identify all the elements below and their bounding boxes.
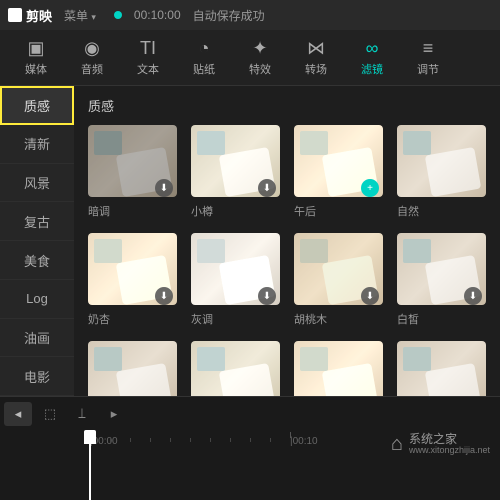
title-bar: 剪映 菜单 ▾ 00:10:00 自动保存成功 bbox=[0, 0, 500, 30]
filter-preview bbox=[397, 125, 486, 197]
tool-调节[interactable]: ≡ 调节 bbox=[400, 34, 456, 82]
filter-thumb[interactable]: ⬇ 暗调 bbox=[88, 125, 177, 219]
filter-thumb[interactable]: ⬇ 灰调 bbox=[191, 233, 280, 327]
filter-thumb[interactable] bbox=[397, 341, 486, 396]
sidebar-item-Log[interactable]: Log bbox=[0, 280, 74, 319]
filter-preview bbox=[191, 341, 280, 396]
playhead-handle-icon[interactable] bbox=[84, 430, 96, 444]
tool-贴纸[interactable]: ◔ 贴纸 bbox=[176, 34, 232, 82]
logo-icon bbox=[8, 8, 22, 22]
调节-icon: ≡ bbox=[423, 38, 434, 58]
filter-preview bbox=[294, 341, 383, 396]
download-icon[interactable]: ⬇ bbox=[155, 287, 173, 305]
cursor-tool-button[interactable]: ⬚ bbox=[36, 402, 64, 426]
download-icon[interactable]: ⬇ bbox=[464, 287, 482, 305]
tool-label: 转场 bbox=[305, 61, 327, 77]
文本-icon: TI bbox=[140, 38, 156, 58]
filter-thumb[interactable] bbox=[191, 341, 280, 396]
menu-button[interactable]: 菜单 ▾ bbox=[64, 7, 96, 24]
tool-媒体[interactable]: ▣ 媒体 bbox=[8, 34, 64, 82]
playhead[interactable] bbox=[90, 430, 104, 500]
filter-label: 白皙 bbox=[397, 311, 486, 327]
filter-preview bbox=[88, 341, 177, 396]
filter-thumb[interactable] bbox=[294, 341, 383, 396]
音频-icon: ◉ bbox=[84, 38, 100, 58]
sidebar-item-美食[interactable]: 美食 bbox=[0, 241, 74, 280]
媒体-icon: ▣ bbox=[27, 38, 44, 58]
tool-转场[interactable]: ⋈ 转场 bbox=[288, 34, 344, 82]
tool-特效[interactable]: ✦ 特效 bbox=[232, 34, 288, 82]
save-indicator-icon bbox=[114, 11, 122, 19]
save-status: 自动保存成功 bbox=[193, 7, 265, 24]
filter-thumb[interactable]: ⬇ 胡桃木 bbox=[294, 233, 383, 327]
tool-label: 文本 bbox=[137, 61, 159, 77]
sidebar-item-复古[interactable]: 复古 bbox=[0, 202, 74, 241]
tool-文本[interactable]: TI 文本 bbox=[120, 34, 176, 82]
timeline-tick: |00:10 bbox=[290, 436, 318, 447]
tool-label: 特效 bbox=[249, 61, 271, 77]
sidebar-item-质感[interactable]: 质感 bbox=[0, 86, 74, 125]
save-time: 00:10:00 bbox=[134, 8, 181, 22]
filter-grid: ⬇ 暗调 ⬇ 小樽 + 午后自然 ⬇ 奶杏 ⬇ 灰调 ⬇ 胡桃木 ⬇ 白皙 bbox=[88, 125, 486, 396]
tool-label: 媒体 bbox=[25, 61, 47, 77]
filter-thumb[interactable]: ⬇ 小樽 bbox=[191, 125, 280, 219]
tool-label: 音频 bbox=[81, 61, 103, 77]
timeline-toolbar: ◂ ⬚ ⟘ ▸ bbox=[0, 396, 500, 430]
filter-preview bbox=[397, 341, 486, 396]
tool-label: 滤镜 bbox=[361, 61, 383, 77]
filter-label: 灰调 bbox=[191, 311, 280, 327]
download-icon[interactable]: ⬇ bbox=[258, 287, 276, 305]
filter-thumb[interactable]: ⬇ 奶杏 bbox=[88, 233, 177, 327]
tool-音频[interactable]: ◉ 音频 bbox=[64, 34, 120, 82]
cut-tool-button[interactable]: ⟘ bbox=[68, 402, 96, 426]
滤镜-icon: ∞ bbox=[366, 38, 379, 58]
filter-content: 质感 ⬇ 暗调 ⬇ 小樽 + 午后自然 ⬇ 奶杏 ⬇ 灰调 ⬇ 胡桃木 ⬇ 白皙 bbox=[74, 86, 500, 396]
贴纸-icon: ◔ bbox=[199, 38, 210, 58]
filter-label: 奶杏 bbox=[88, 311, 177, 327]
timeline-ruler[interactable]: |00:00|00:10 bbox=[90, 430, 500, 454]
sidebar-item-风景[interactable]: 风景 bbox=[0, 164, 74, 203]
sidebar-item-清新[interactable]: 清新 bbox=[0, 125, 74, 164]
sidebar-item-电影[interactable]: 电影 bbox=[0, 357, 74, 396]
filter-label: 午后 bbox=[294, 203, 383, 219]
timeline[interactable]: |00:00|00:10 bbox=[0, 430, 500, 500]
download-icon[interactable]: ⬇ bbox=[258, 179, 276, 197]
add-icon[interactable]: + bbox=[361, 179, 379, 197]
sidebar-item-油画[interactable]: 油画 bbox=[0, 319, 74, 358]
filter-label: 暗调 bbox=[88, 203, 177, 219]
filter-label: 胡桃木 bbox=[294, 311, 383, 327]
filter-label: 自然 bbox=[397, 203, 486, 219]
timeline-back-button[interactable]: ◂ bbox=[4, 402, 32, 426]
tool-label: 调节 bbox=[417, 61, 439, 77]
filter-label: 小樽 bbox=[191, 203, 280, 219]
转场-icon: ⋈ bbox=[307, 38, 325, 58]
filter-thumb[interactable]: 自然 bbox=[397, 125, 486, 219]
category-sidebar: 质感清新风景复古美食Log油画电影 bbox=[0, 86, 74, 396]
content-title: 质感 bbox=[88, 96, 486, 115]
tool-label: 贴纸 bbox=[193, 61, 215, 77]
filter-thumb[interactable] bbox=[88, 341, 177, 396]
filter-thumb[interactable]: ⬇ 白皙 bbox=[397, 233, 486, 327]
download-icon[interactable]: ⬇ bbox=[361, 287, 379, 305]
app-name: 剪映 bbox=[26, 6, 52, 25]
playhead-line bbox=[89, 444, 91, 500]
filter-thumb[interactable]: + 午后 bbox=[294, 125, 383, 219]
特效-icon: ✦ bbox=[252, 38, 267, 58]
timeline-forward-button[interactable]: ▸ bbox=[100, 402, 128, 426]
download-icon[interactable]: ⬇ bbox=[155, 179, 173, 197]
tool-滤镜[interactable]: ∞ 滤镜 bbox=[344, 34, 400, 82]
chevron-down-icon: ▾ bbox=[91, 12, 96, 22]
app-logo: 剪映 bbox=[8, 6, 52, 25]
main-toolbar: ▣ 媒体 ◉ 音频 TI 文本 ◔ 贴纸 ✦ 特效 ⋈ 转场 ∞ 滤镜 ≡ 调节 bbox=[0, 30, 500, 86]
